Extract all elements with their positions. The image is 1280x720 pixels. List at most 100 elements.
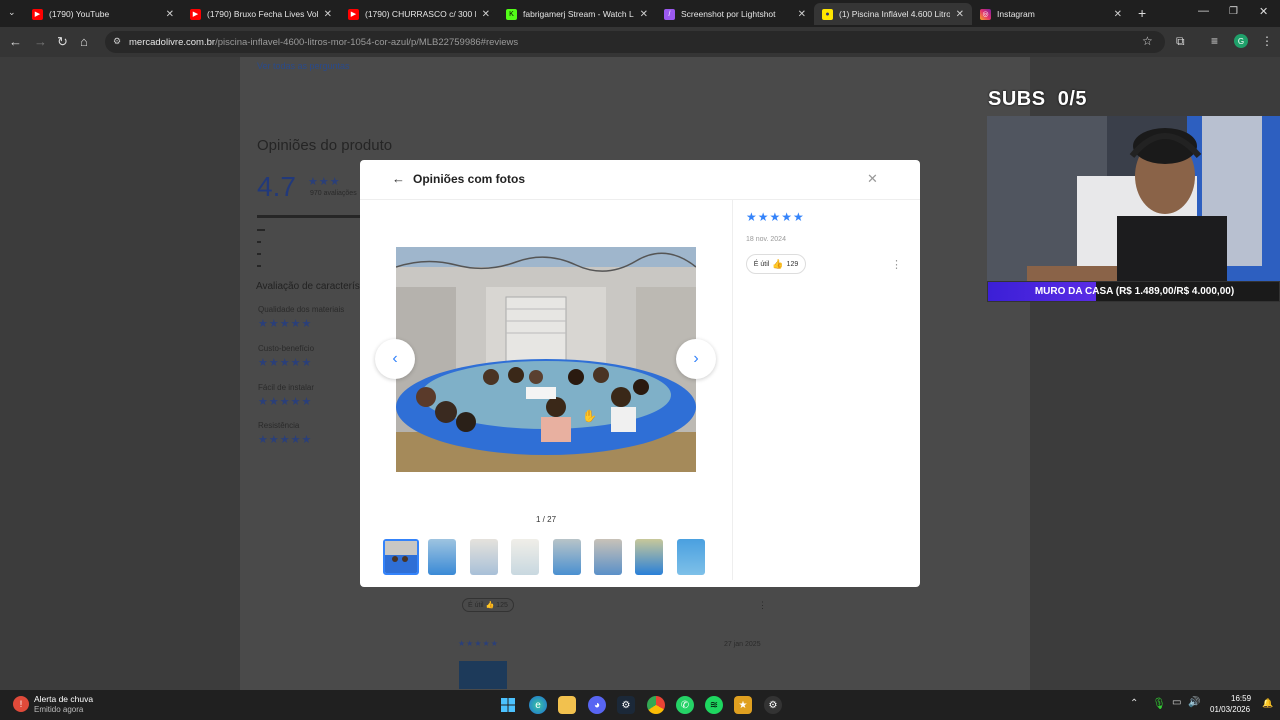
- close-icon[interactable]: ✕: [867, 171, 878, 187]
- edge-icon[interactable]: e: [529, 696, 547, 714]
- url-domain: mercadolivre.com.br: [129, 36, 216, 48]
- lower-review-stars: ★★★★★: [458, 639, 499, 648]
- restore-icon[interactable]: ❐: [1229, 6, 1238, 17]
- instagram-icon: ◎: [980, 8, 991, 20]
- bookmark-star-icon[interactable]: ☆: [1142, 34, 1153, 48]
- site-info-icon[interactable]: ⚙: [113, 36, 121, 47]
- game-app-icon[interactable]: ★: [734, 696, 752, 714]
- tab-kick-stream[interactable]: K fabrigamerj Stream - Watch Liv ✕: [498, 3, 656, 25]
- helpful-button[interactable]: É útil 👍 129: [746, 254, 806, 274]
- extensions-icon[interactable]: ⧉: [1176, 34, 1185, 49]
- clock-date[interactable]: 01/03/2026: [1210, 705, 1250, 714]
- start-windows-icon[interactable]: [499, 696, 517, 714]
- previous-photo-button[interactable]: ‹: [375, 339, 415, 379]
- photo-reviews-modal: ← Opiniões com fotos ✕ ‹ › ✋ 1 / 27 ★★★★…: [360, 160, 920, 587]
- tab-lightshot[interactable]: / Screenshot por Lightshot ✕: [656, 3, 814, 25]
- browser-toolbar: ← → ↻ ⌂ ⚙ mercadolivre.com.br/piscina-in…: [0, 27, 1280, 57]
- kick-icon: K: [506, 8, 517, 20]
- youtube-icon: ▶: [348, 8, 359, 20]
- file-explorer-icon[interactable]: [558, 696, 576, 714]
- next-photo-button[interactable]: ›: [676, 339, 716, 379]
- review-stars: ★★★★★: [746, 210, 805, 224]
- spotify-icon[interactable]: ≋: [705, 696, 723, 714]
- browser-tab-bar: ⌄ ▶ (1790) YouTube ✕ ▶ (1790) Bruxo Fech…: [0, 0, 1280, 27]
- youtube-icon: ▶: [32, 8, 43, 20]
- url-path: /piscina-inflavel-4600-litros-mor-1054-c…: [215, 36, 519, 48]
- lightshot-icon: /: [664, 8, 675, 20]
- lower-helpful-button[interactable]: É útil 👍 125: [462, 598, 514, 612]
- photo-thumbnail[interactable]: [553, 539, 581, 575]
- settings-app-icon[interactable]: ⚙: [764, 696, 782, 714]
- tab-bruxo[interactable]: ▶ (1790) Bruxo Fecha Lives Volta a ✕: [182, 3, 340, 25]
- close-window-icon[interactable]: ✕: [1259, 5, 1268, 18]
- pool-photo-image: [396, 247, 696, 472]
- tab-churrasco[interactable]: ▶ (1790) CHURRASCO c/ 300 REA ✕: [340, 3, 498, 25]
- photo-thumbnail[interactable]: [470, 539, 498, 575]
- more-options-icon[interactable]: ⋮: [891, 258, 902, 271]
- tab-instagram[interactable]: ◎ Instagram ✕: [972, 3, 1130, 25]
- lower-more-icon[interactable]: ⋮: [758, 600, 767, 611]
- review-photo[interactable]: [396, 247, 696, 472]
- characteristic-stars: ★★★★★: [258, 357, 313, 369]
- tab-title: (1790) YouTube: [49, 9, 110, 19]
- modal-header: ← Opiniões com fotos ✕: [360, 160, 920, 200]
- tab-close-icon[interactable]: ✕: [324, 9, 332, 20]
- weather-subtitle: Emitido agora: [34, 705, 84, 714]
- new-tab-icon[interactable]: +: [1138, 5, 1146, 21]
- reviews-title: Opiniões do produto: [257, 137, 393, 154]
- back-arrow-icon[interactable]: ←: [392, 171, 405, 186]
- profile-avatar[interactable]: G: [1234, 34, 1248, 48]
- discord-icon[interactable]: ◕: [588, 696, 606, 714]
- tab-title: (1790) Bruxo Fecha Lives Volta a: [207, 9, 318, 19]
- characteristic-stars: ★★★★★: [258, 396, 313, 408]
- chevron-right-icon: ›: [693, 350, 699, 367]
- thumbnail-image: [385, 541, 417, 573]
- weather-alert-icon[interactable]: !: [13, 696, 29, 712]
- chrome-icon[interactable]: [647, 696, 665, 714]
- photo-thumbnail[interactable]: [428, 539, 456, 575]
- tab-list-dropdown-icon[interactable]: ⌄: [8, 7, 16, 18]
- tab-close-icon[interactable]: ✕: [956, 9, 964, 20]
- forward-icon[interactable]: →: [34, 34, 47, 49]
- photo-thumbnail[interactable]: [594, 539, 622, 575]
- tab-close-icon[interactable]: ✕: [482, 9, 490, 20]
- address-bar[interactable]: ⚙ mercadolivre.com.br/piscina-inflavel-4…: [105, 31, 1165, 53]
- see-all-questions-link[interactable]: Ver todas as perguntas: [257, 61, 350, 71]
- microphone-icon[interactable]: 🎙: [1152, 697, 1166, 710]
- characteristic-label: Qualidade dos materiais: [258, 305, 345, 314]
- notifications-icon[interactable]: 🔔: [1262, 698, 1273, 709]
- characteristic-stars: ★★★★★: [258, 434, 313, 446]
- tab-youtube[interactable]: ▶ (1790) YouTube ✕: [24, 3, 182, 25]
- helpful-label: É útil: [753, 260, 770, 268]
- media-control-icon[interactable]: ≡: [1211, 34, 1218, 48]
- photo-thumbnail-selected[interactable]: [383, 539, 419, 575]
- steam-icon[interactable]: ⚙: [617, 696, 635, 714]
- network-icon[interactable]: ▭: [1172, 697, 1181, 708]
- characteristic-label: Custo-benefício: [258, 344, 315, 353]
- tab-close-icon[interactable]: ✕: [166, 9, 174, 20]
- photo-thumbnail[interactable]: [677, 539, 705, 575]
- home-icon[interactable]: ⌂: [80, 34, 88, 49]
- photo-thumbnail[interactable]: [511, 539, 539, 575]
- characteristic-label: Resistência: [258, 421, 300, 430]
- tab-close-icon[interactable]: ✕: [1114, 9, 1122, 20]
- whatsapp-icon[interactable]: ✆: [676, 696, 694, 714]
- back-icon[interactable]: ←: [9, 34, 22, 49]
- tab-mercadolivre[interactable]: ● (1) Piscina Inflável 4.600 Litros I ✕: [814, 3, 972, 25]
- show-hidden-icons[interactable]: ⌃: [1130, 698, 1138, 709]
- minimize-icon[interactable]: —: [1198, 5, 1209, 17]
- tab-close-icon[interactable]: ✕: [798, 9, 806, 20]
- weather-title[interactable]: Alerta de chuva: [34, 694, 93, 704]
- tab-title: (1790) CHURRASCO c/ 300 REA: [365, 9, 476, 19]
- tab-close-icon[interactable]: ✕: [640, 9, 648, 20]
- tab-title: Instagram: [997, 9, 1035, 19]
- lower-review-date: 27 jan 2025: [724, 641, 761, 648]
- lower-review-photo[interactable]: [459, 661, 507, 689]
- menu-icon[interactable]: ⋮: [1261, 34, 1273, 48]
- volume-icon[interactable]: 🔊: [1188, 697, 1200, 708]
- reload-icon[interactable]: ↻: [57, 34, 68, 50]
- rating-bar: [257, 265, 261, 267]
- photo-thumbnail[interactable]: [635, 539, 663, 575]
- webcam-image: [987, 116, 1280, 302]
- clock-time[interactable]: 16:59: [1231, 694, 1251, 703]
